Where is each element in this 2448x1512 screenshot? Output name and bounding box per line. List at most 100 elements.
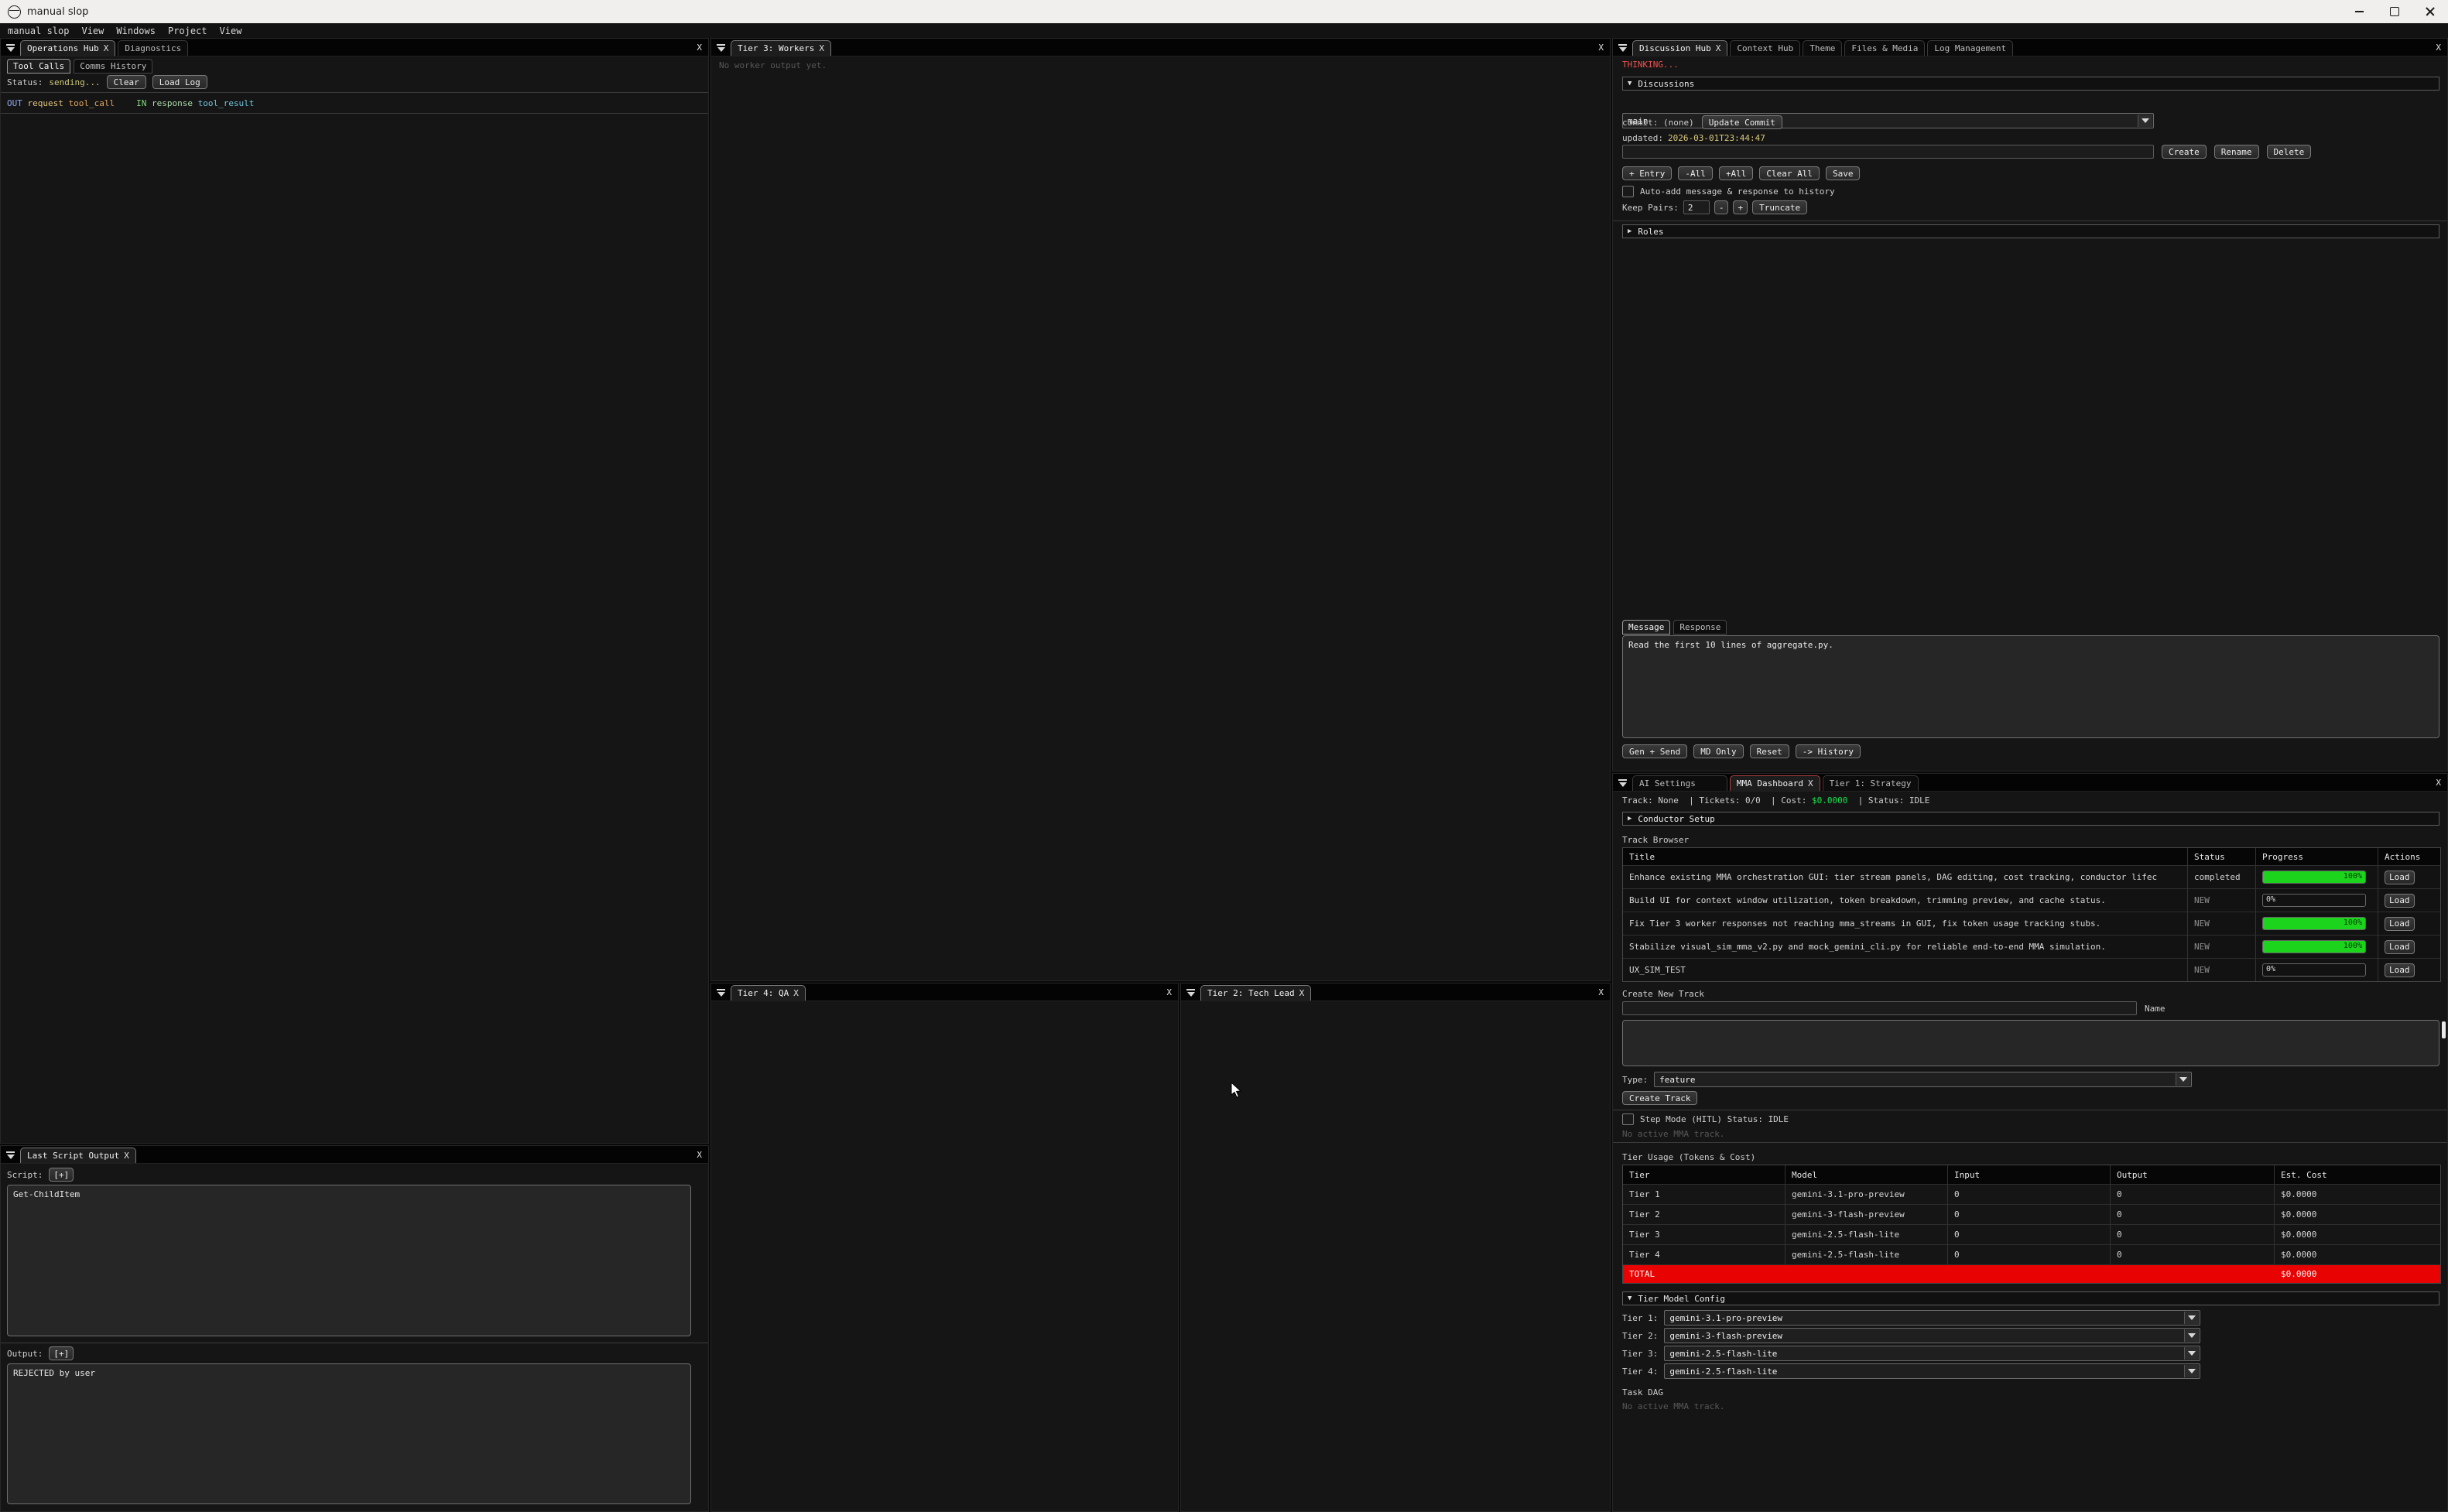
subtab-comms-history[interactable]: Comms History: [74, 59, 152, 74]
tab-tier3-workers[interactable]: Tier 3: Workers X: [731, 40, 831, 56]
menu-item-view[interactable]: View: [81, 26, 104, 36]
add-entry-button[interactable]: + Entry: [1622, 166, 1672, 180]
rename-discussion-button[interactable]: Rename: [2214, 145, 2259, 159]
panel-close-icon[interactable]: X: [697, 43, 705, 53]
discussion-name-input[interactable]: [1622, 145, 2154, 159]
conductor-setup-header[interactable]: ▶ Conductor Setup: [1622, 812, 2439, 826]
tab-tier2-tech-lead[interactable]: Tier 2: Tech Lead X: [1200, 985, 1311, 1001]
message-textarea[interactable]: Read the first 10 lines of aggregate.py.: [1622, 635, 2439, 738]
panel-close-icon[interactable]: X: [2436, 778, 2444, 788]
track-row[interactable]: Build UI for context window utilization,…: [1623, 889, 2440, 912]
tab-operations-hub[interactable]: Operations Hub X: [20, 40, 115, 56]
panel-close-icon[interactable]: X: [1166, 987, 1175, 997]
subtab-message[interactable]: Message: [1622, 620, 1670, 635]
collapse-panel-icon[interactable]: [5, 1150, 15, 1161]
load-track-button[interactable]: Load: [2385, 894, 2415, 908]
scrollbar-thumb[interactable]: [2442, 1021, 2446, 1038]
to-history-button[interactable]: -> History: [1796, 744, 1861, 758]
tab-close-icon[interactable]: X: [104, 43, 109, 53]
tab-tier4-qa[interactable]: Tier 4: QA X: [731, 985, 806, 1001]
tool-call-log-row[interactable]: OUT request tool_call IN response tool_r…: [7, 93, 702, 113]
tab-diagnostics[interactable]: Diagnostics: [118, 40, 188, 56]
tab-close-icon[interactable]: X: [1808, 778, 1813, 788]
tab-close-icon[interactable]: X: [124, 1151, 129, 1161]
tab-last-script-output[interactable]: Last Script Output X: [20, 1148, 136, 1163]
panel-close-icon[interactable]: X: [697, 1150, 705, 1160]
tab-close-icon[interactable]: X: [793, 988, 799, 998]
tab-theme[interactable]: Theme: [1803, 40, 1842, 56]
menu-item-project[interactable]: Project: [168, 26, 207, 36]
collapse-panel-icon[interactable]: [1618, 43, 1628, 53]
panel-close-icon[interactable]: X: [2436, 43, 2444, 53]
tab-close-icon[interactable]: X: [819, 43, 824, 53]
clear-button[interactable]: Clear: [107, 75, 146, 89]
load-track-button[interactable]: Load: [2385, 940, 2415, 954]
clear-all-button[interactable]: Clear All: [1759, 166, 1820, 180]
tier4-model-select[interactable]: gemini-2.5-flash-lite: [1664, 1363, 2200, 1379]
step-mode-checkbox[interactable]: [1622, 1113, 1634, 1125]
output-expand-button[interactable]: [+]: [49, 1346, 74, 1360]
autoadd-checkbox[interactable]: [1622, 186, 1634, 197]
tab-tier1-strategy[interactable]: Tier 1: Strategy: [1823, 775, 1919, 791]
script-textarea[interactable]: Get-ChildItem: [7, 1185, 691, 1336]
track-row[interactable]: Stabilize visual_sim_mma_v2.py and mock_…: [1623, 936, 2440, 959]
close-button[interactable]: [2412, 0, 2448, 23]
reset-button[interactable]: Reset: [1750, 744, 1789, 758]
tab-discussion-hub[interactable]: Discussion Hub X: [1632, 40, 1727, 56]
minimize-button[interactable]: [2341, 0, 2377, 23]
track-type-label: Type:: [1622, 1075, 1648, 1085]
delete-discussion-button[interactable]: Delete: [2267, 145, 2312, 159]
md-only-button[interactable]: MD Only: [1693, 744, 1743, 758]
keep-pairs-minus-button[interactable]: -: [1714, 200, 1729, 214]
tab-ai-settings[interactable]: AI Settings: [1632, 775, 1727, 791]
create-discussion-button[interactable]: Create: [2162, 145, 2207, 159]
tier-model-config-header[interactable]: ▼ Tier Model Config: [1622, 1291, 2439, 1305]
update-commit-button[interactable]: Update Commit: [1702, 115, 1782, 129]
maximize-button[interactable]: [2377, 0, 2412, 23]
roles-section-header[interactable]: ▶ Roles: [1622, 224, 2439, 238]
tab-close-icon[interactable]: X: [1299, 988, 1305, 998]
load-log-button[interactable]: Load Log: [152, 75, 207, 89]
collapse-panel-icon[interactable]: [1186, 987, 1196, 998]
keep-pairs-input[interactable]: 2: [1683, 200, 1710, 214]
output-textarea[interactable]: REJECTED by user: [7, 1363, 691, 1504]
tier1-model-select[interactable]: gemini-3.1-pro-preview: [1664, 1310, 2200, 1326]
track-row[interactable]: Enhance existing MMA orchestration GUI: …: [1623, 866, 2440, 889]
tab-close-icon[interactable]: X: [1716, 43, 1721, 53]
tier2-model-select[interactable]: gemini-3-flash-preview: [1664, 1328, 2200, 1343]
panel-close-icon[interactable]: X: [1598, 43, 1607, 53]
track-row[interactable]: Fix Tier 3 worker responses not reaching…: [1623, 912, 2440, 936]
script-expand-button[interactable]: [+]: [49, 1168, 74, 1182]
track-row[interactable]: UX_SIM_TEST NEW 0% Load: [1623, 959, 2440, 981]
menu-item-manual-slop[interactable]: manual slop: [8, 26, 69, 36]
menu-item-view-2[interactable]: View: [220, 26, 242, 36]
load-track-button[interactable]: Load: [2385, 963, 2415, 977]
truncate-button[interactable]: Truncate: [1752, 200, 1807, 214]
col-actions: Actions: [2378, 848, 2440, 865]
subtab-response[interactable]: Response: [1673, 620, 1727, 635]
menu-item-windows[interactable]: Windows: [116, 26, 156, 36]
collapse-panel-icon[interactable]: [5, 43, 15, 53]
collapse-panel-icon[interactable]: [1618, 778, 1628, 788]
keep-pairs-plus-button[interactable]: +: [1733, 200, 1748, 214]
tab-files-media[interactable]: Files & Media: [1844, 40, 1925, 56]
discussions-section-header[interactable]: ▼ Discussions: [1622, 77, 2439, 91]
tab-log-management[interactable]: Log Management: [1927, 40, 2013, 56]
tier3-model-select[interactable]: gemini-2.5-flash-lite: [1664, 1346, 2200, 1361]
gen-send-button[interactable]: Gen + Send: [1622, 744, 1687, 758]
track-description-textarea[interactable]: [1622, 1020, 2439, 1066]
tab-mma-dashboard[interactable]: MMA Dashboard X: [1730, 775, 1820, 791]
collapse-panel-icon[interactable]: [716, 987, 726, 998]
create-track-button[interactable]: Create Track: [1622, 1091, 1697, 1105]
save-button[interactable]: Save: [1826, 166, 1861, 180]
load-track-button[interactable]: Load: [2385, 871, 2415, 884]
collapse-all-button[interactable]: -All: [1678, 166, 1713, 180]
subtab-tool-calls[interactable]: Tool Calls: [7, 59, 70, 74]
panel-close-icon[interactable]: X: [1598, 987, 1607, 997]
tab-context-hub[interactable]: Context Hub: [1730, 40, 1800, 56]
load-track-button[interactable]: Load: [2385, 917, 2415, 931]
expand-all-button[interactable]: +All: [1719, 166, 1754, 180]
collapse-panel-icon[interactable]: [716, 43, 726, 53]
track-name-input[interactable]: [1622, 1001, 2137, 1015]
track-type-select[interactable]: feature: [1654, 1072, 2192, 1087]
